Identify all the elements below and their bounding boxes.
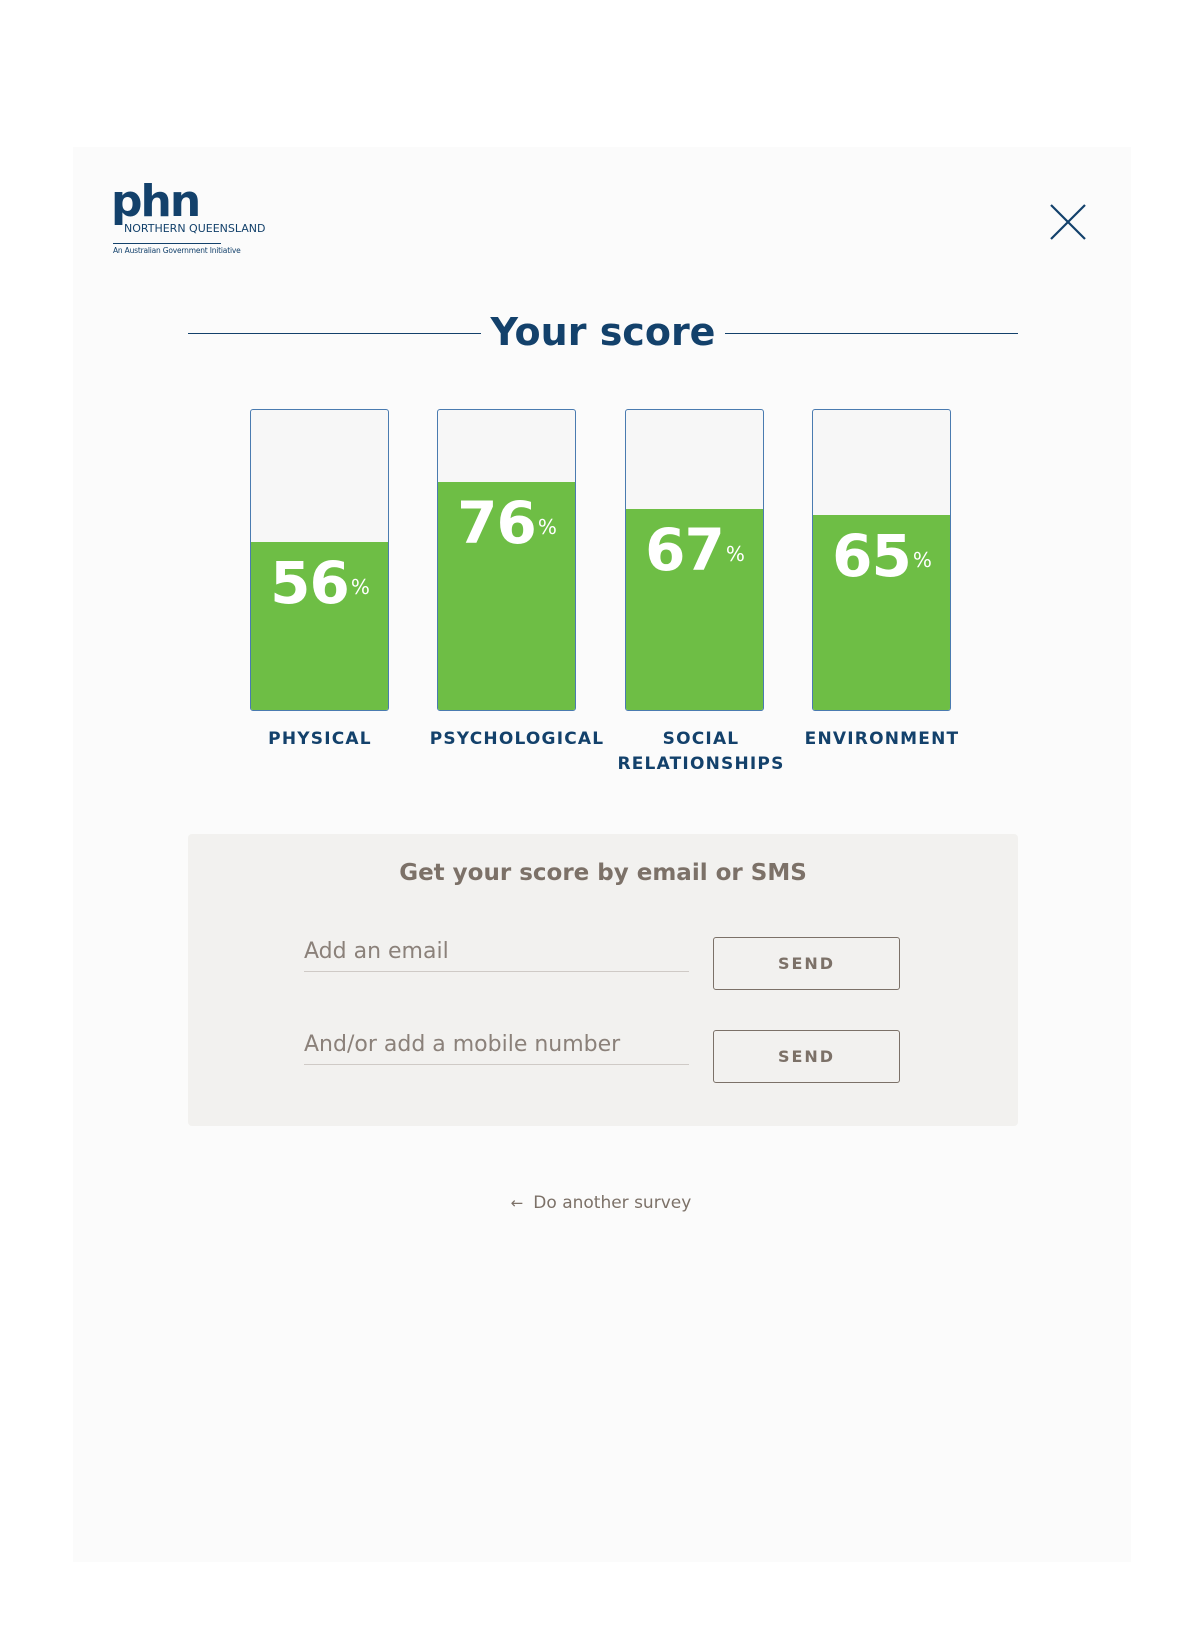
close-button[interactable] — [1048, 202, 1088, 242]
score-value: 76% — [438, 494, 575, 552]
email-field[interactable] — [304, 931, 689, 972]
score-label-environment: ENVIRONMENT — [804, 729, 960, 749]
close-icon — [1050, 204, 1086, 240]
score-number: 65 — [832, 522, 912, 590]
send-score-panel: Get your score by email or SMS SEND SEND — [188, 834, 1018, 1126]
score-label-social-relationships: SOCIAL RELATIONSHIPS — [617, 729, 785, 774]
score-value: 67% — [626, 521, 763, 579]
score-bar-physical: 56% — [250, 409, 389, 711]
send-email-button[interactable]: SEND — [713, 937, 900, 990]
page-title: Your score — [490, 310, 716, 354]
percent-sign: % — [350, 575, 370, 599]
logo-divider — [113, 243, 221, 244]
percent-sign: % — [725, 542, 745, 566]
score-bar-social-relationships: 67% — [625, 409, 764, 711]
score-bar-environment: 65% — [812, 409, 951, 711]
score-number: 56 — [270, 549, 350, 617]
logo-mark: phn — [111, 176, 201, 227]
logo-region: NORTHERN QUEENSLAND — [124, 222, 266, 235]
logo-tagline: An Australian Government Initiative — [113, 246, 241, 255]
score-label-psychological: PSYCHOLOGICAL — [429, 729, 605, 749]
score-number: 67 — [645, 516, 725, 584]
send-panel-title: Get your score by email or SMS — [399, 860, 807, 886]
score-number: 76 — [457, 489, 537, 557]
title-divider-right — [725, 333, 1018, 334]
title-row: Your score — [188, 305, 1018, 361]
percent-sign: % — [537, 515, 557, 539]
score-label-physical: PHYSICAL — [268, 729, 372, 749]
mobile-field[interactable] — [304, 1024, 689, 1065]
score-value: 56% — [251, 554, 388, 612]
title-divider-left — [188, 333, 481, 334]
score-value: 65% — [813, 527, 950, 585]
arrow-left-icon: ← — [510, 1194, 524, 1212]
back-link-label: Do another survey — [533, 1193, 692, 1213]
percent-sign: % — [912, 548, 932, 572]
do-another-survey-link[interactable]: ← Do another survey — [0, 1191, 1202, 1215]
phn-logo: phn NORTHERN QUEENSLAND An Australian Go… — [111, 180, 281, 260]
send-sms-button[interactable]: SEND — [713, 1030, 900, 1083]
score-bar-psychological: 76% — [437, 409, 576, 711]
